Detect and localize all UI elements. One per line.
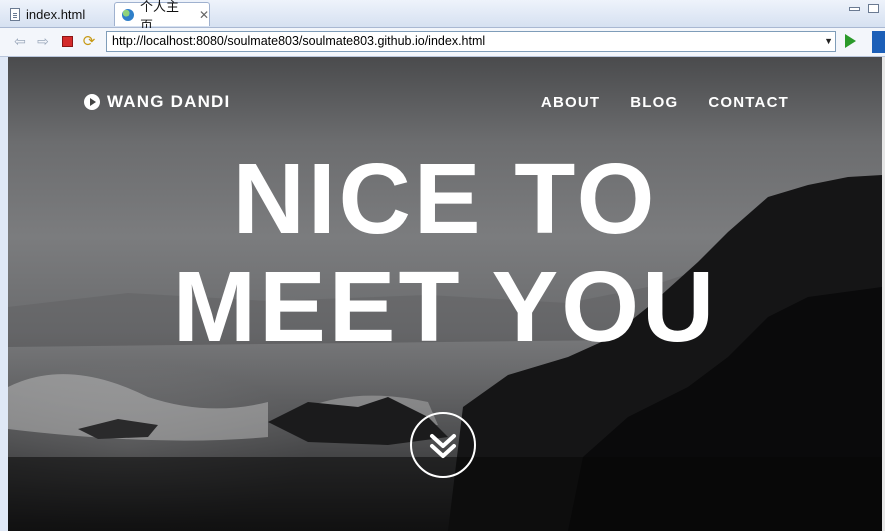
- go-icon[interactable]: [845, 34, 856, 48]
- stop-icon[interactable]: [59, 33, 75, 49]
- double-chevron-down-icon: [430, 434, 456, 458]
- address-bar[interactable]: http://localhost:8080/soulmate803/soulma…: [106, 31, 836, 52]
- nav-contact-link[interactable]: CONTACT: [708, 94, 789, 111]
- window-controls: [849, 4, 879, 13]
- address-text: http://localhost:8080/soulmate803/soulma…: [112, 34, 486, 48]
- nav-blog-link[interactable]: BLOG: [630, 94, 678, 111]
- scroll-down-button[interactable]: [410, 412, 476, 478]
- hero-headline-line-1: NICE TO: [232, 143, 658, 255]
- tab-personal-home[interactable]: 个人主页 ✕: [114, 0, 210, 33]
- tab-bar: index.html 个人主页 ✕: [0, 0, 885, 33]
- tab-index-html[interactable]: index.html: [0, 2, 114, 26]
- refresh-icon[interactable]: ⟳: [81, 33, 97, 50]
- tab-label: index.html: [26, 6, 86, 22]
- main-nav: ABOUT BLOG CONTACT: [541, 94, 789, 111]
- sidebar-toggle-icon[interactable]: [872, 31, 885, 53]
- back-arrow-icon[interactable]: ⇦: [12, 33, 28, 49]
- play-circle-icon: [84, 94, 100, 110]
- hero-headline-line-2: MEET YOU: [172, 251, 718, 363]
- minimize-icon[interactable]: [849, 7, 860, 11]
- brand-logo[interactable]: WANG DANDI: [84, 92, 230, 112]
- dropdown-arrow-icon[interactable]: ▼: [824, 32, 833, 51]
- page-viewport: WANG DANDI ABOUT BLOG CONTACT NICE TO ME…: [8, 57, 882, 531]
- brand-first-name: WANG: [107, 92, 165, 111]
- nav-about-link[interactable]: ABOUT: [541, 94, 600, 111]
- maximize-icon[interactable]: [868, 4, 879, 13]
- globe-icon: [122, 8, 134, 21]
- browser-toolbar: ⇦ ⇨ ⟳ http://localhost:8080/soulmate803/…: [0, 28, 885, 57]
- brand-last-name: DANDI: [170, 92, 231, 111]
- tab-close-icon[interactable]: ✕: [199, 8, 209, 22]
- forward-arrow-icon[interactable]: ⇨: [35, 33, 51, 49]
- file-icon: [10, 7, 20, 21]
